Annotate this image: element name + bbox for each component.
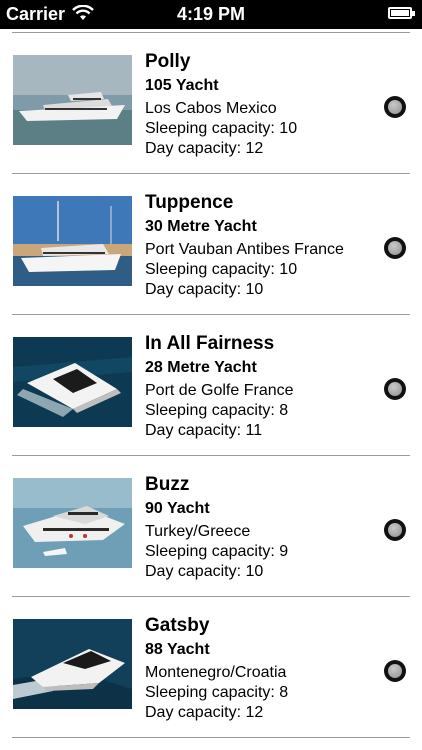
yacht-sleeping-capacity: Sleeping capacity: 9 <box>145 543 289 560</box>
yacht-type: 30 Metre Yacht <box>145 218 257 235</box>
yacht-photo <box>13 478 132 568</box>
yacht-type: 28 Metre Yacht <box>145 359 257 376</box>
yacht-name: Polly <box>145 51 191 72</box>
yacht-sleeping-capacity: Sleeping capacity: 10 <box>145 261 298 278</box>
status-bar: Carrier 4:19 PM <box>0 0 422 29</box>
select-radio[interactable] <box>384 96 406 118</box>
yacht-name: Tuppence <box>145 192 234 213</box>
yacht-name: Gatsby <box>145 615 210 636</box>
yacht-photo <box>13 337 132 427</box>
yacht-sleeping-capacity: Sleeping capacity: 8 <box>145 684 289 701</box>
yacht-day-capacity: Day capacity: 10 <box>145 563 264 580</box>
select-radio[interactable] <box>384 519 406 541</box>
yacht-location: Port Vauban Antibes France <box>145 241 344 258</box>
yacht-type: 90 Yacht <box>145 500 210 517</box>
yacht-photo <box>13 55 132 145</box>
select-radio[interactable] <box>384 660 406 682</box>
yacht-type: 88 Yacht <box>145 641 210 658</box>
yacht-photo <box>13 196 132 286</box>
yacht-type: 105 Yacht <box>145 77 219 94</box>
yacht-location: Montenegro/Croatia <box>145 664 287 681</box>
yacht-sleeping-capacity: Sleeping capacity: 8 <box>145 402 289 419</box>
yacht-row-buzz[interactable]: Buzz 90 Yacht Turkey/Greece Sleeping cap… <box>0 456 422 597</box>
battery-icon <box>388 7 415 19</box>
select-radio[interactable] <box>384 378 406 400</box>
yacht-sleeping-capacity: Sleeping capacity: 10 <box>145 120 298 137</box>
yacht-photo <box>13 619 132 709</box>
yacht-row-tuppence[interactable]: Tuppence 30 Metre Yacht Port Vauban Anti… <box>0 174 422 315</box>
yacht-name: Buzz <box>145 474 190 495</box>
yacht-row-polly[interactable]: Polly 105 Yacht Los Cabos Mexico Sleepin… <box>0 33 422 174</box>
status-time: 4:19 PM <box>176 4 246 24</box>
yacht-name: In All Fairness <box>145 333 275 354</box>
yacht-day-capacity: Day capacity: 12 <box>145 704 264 721</box>
yacht-location: Port de Golfe France <box>145 382 294 399</box>
select-radio[interactable] <box>384 237 406 259</box>
yacht-location: Turkey/Greece <box>145 523 251 540</box>
row-divider <box>12 737 410 738</box>
yacht-location: Los Cabos Mexico <box>145 100 277 117</box>
yacht-day-capacity: Day capacity: 10 <box>145 281 264 298</box>
yacht-day-capacity: Day capacity: 12 <box>145 140 264 157</box>
yacht-row-gatsby[interactable]: Gatsby 88 Yacht Montenegro/Croatia Sleep… <box>0 597 422 738</box>
yacht-row-in-all-fairness[interactable]: In All Fairness 28 Metre Yacht Port de G… <box>0 315 422 456</box>
yacht-day-capacity: Day capacity: 11 <box>145 422 263 439</box>
